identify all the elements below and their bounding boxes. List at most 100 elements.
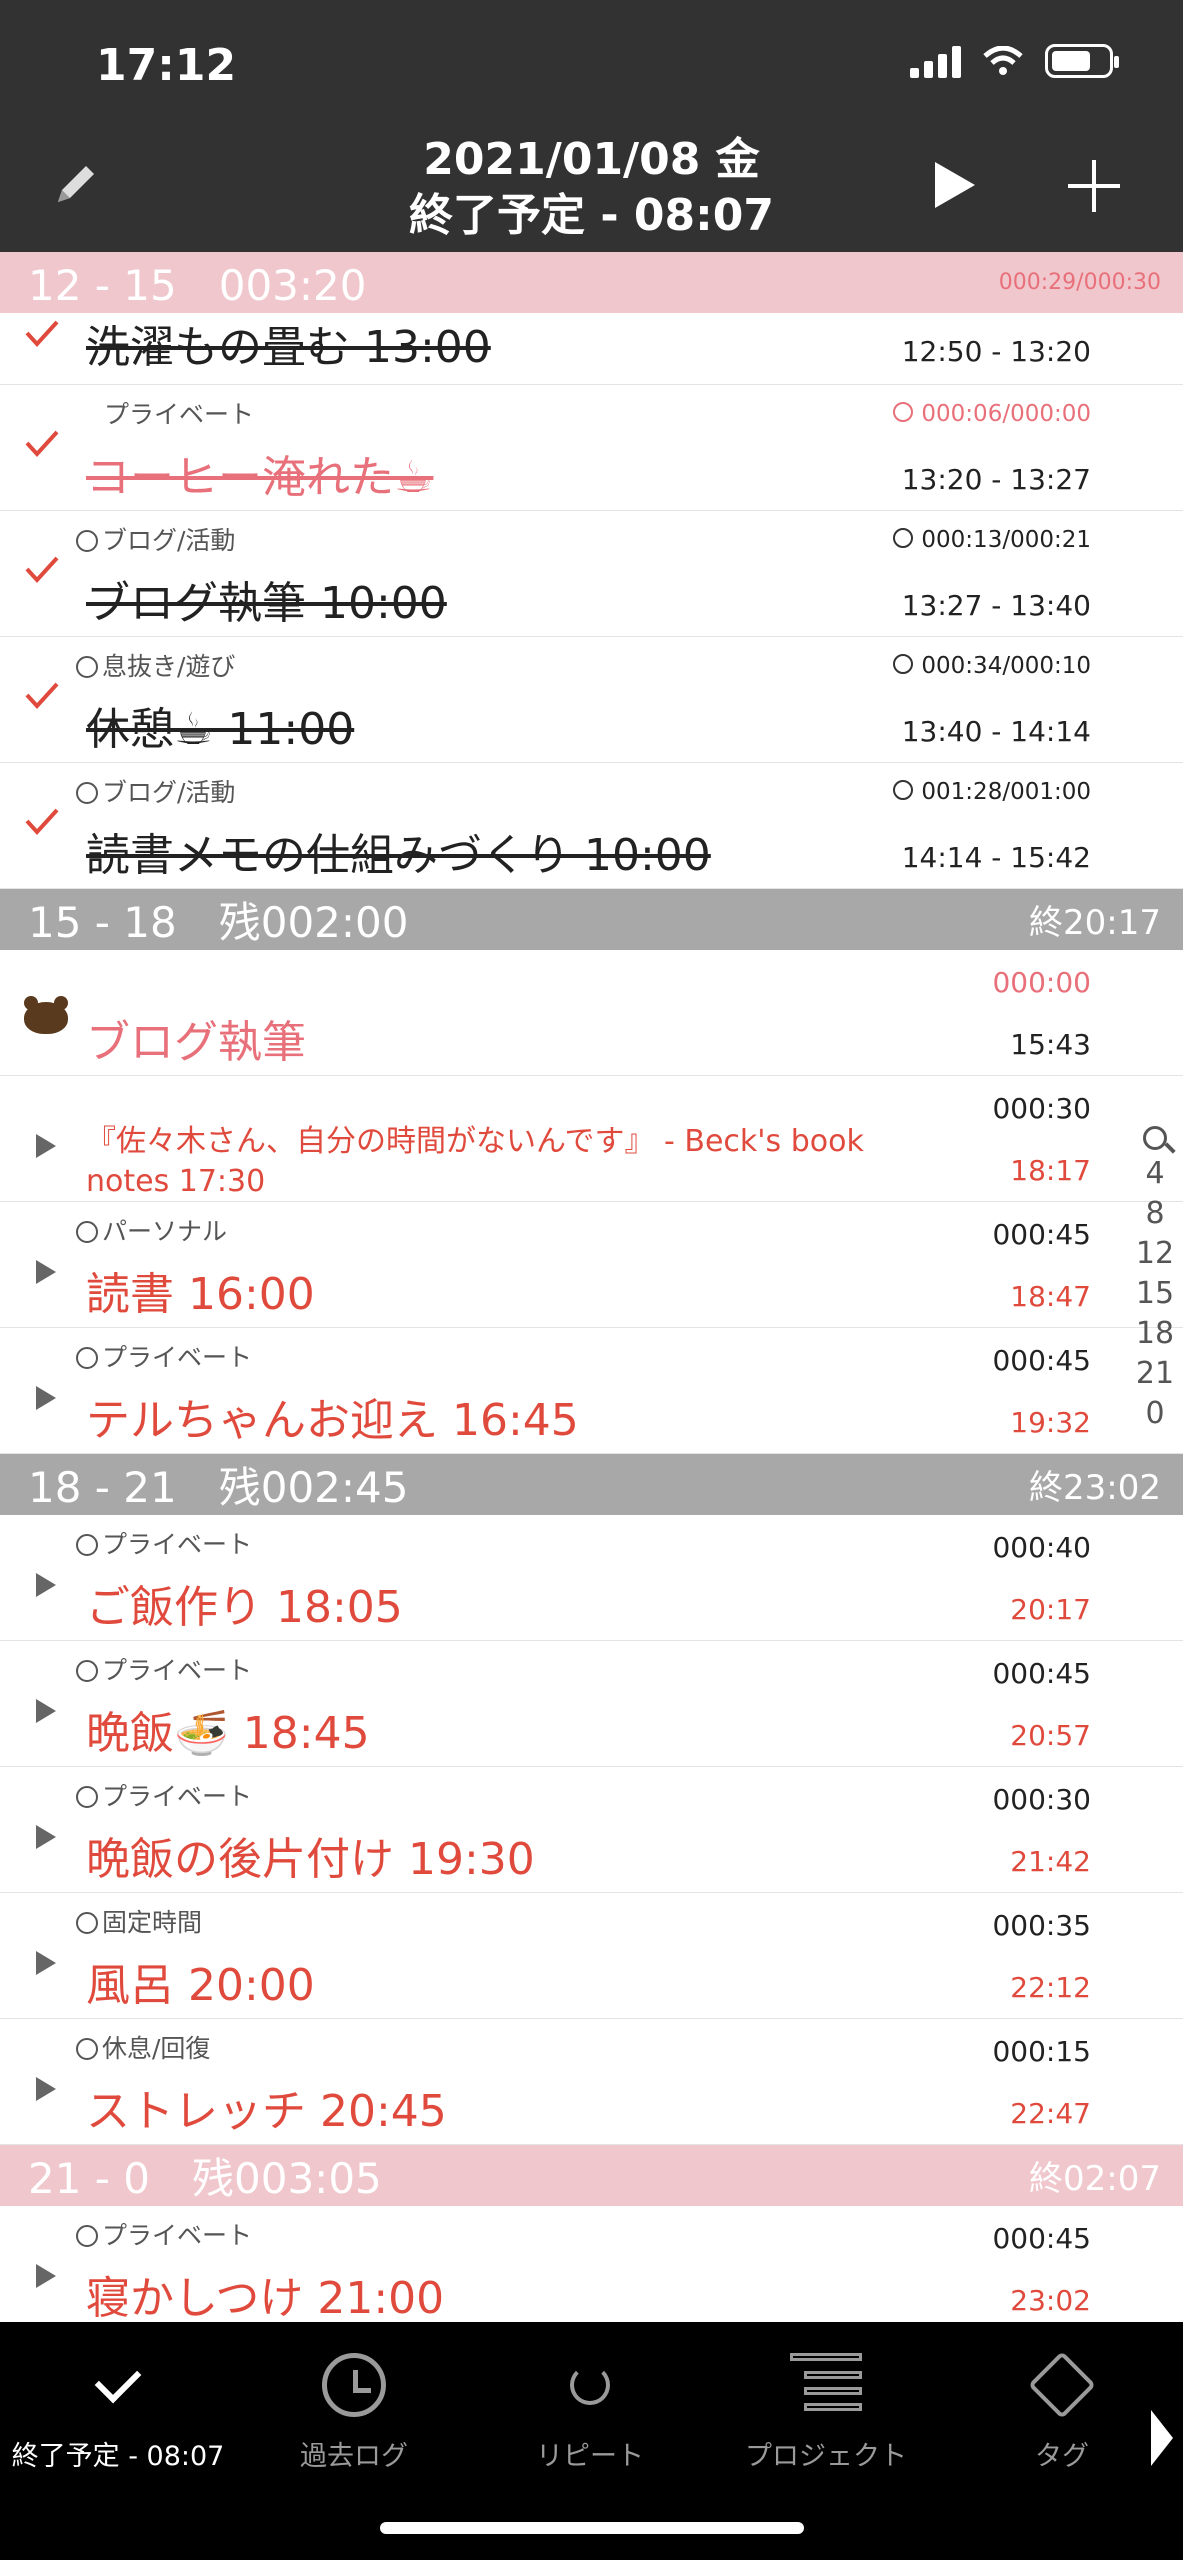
task-row[interactable]: 休息/回復 ストレッチ 20:45 000:15 22:47: [0, 2019, 1183, 2145]
tab-label: リピート: [536, 2441, 644, 2472]
play-triangle-icon[interactable]: [36, 1951, 56, 1975]
tab-tag[interactable]: タグ: [944, 2340, 1180, 2473]
task-row[interactable]: 息抜き/遊び 休憩☕ 11:00 000:34/000:10 13:40 - 1…: [0, 637, 1183, 763]
task-title: ご飯作り 18:05: [86, 1582, 403, 1633]
task-row[interactable]: プライベート ご飯作り 18:05 000:40 20:17: [0, 1515, 1183, 1641]
task-time: 23:02: [1010, 2284, 1091, 2317]
section-label: 21 - 0 残003:05: [28, 2154, 382, 2203]
task-time: 19:32: [1010, 1406, 1091, 1439]
section-12-15[interactable]: 12 - 15 003:20 000:29/000:30: [0, 252, 1183, 313]
tab-repeat[interactable]: リピート: [472, 2340, 708, 2473]
repeat-icon: [76, 1534, 98, 1556]
index-item[interactable]: 8: [1135, 1194, 1175, 1234]
index-item[interactable]: 18: [1135, 1314, 1175, 1354]
task-row[interactable]: プライベート 晩飯🍜 18:45 000:45 20:57: [0, 1641, 1183, 1767]
task-category: パーソナル: [76, 1212, 227, 1248]
task-title: ブログ執筆: [86, 1017, 306, 1068]
task-row[interactable]: 『佐々木さん、自分の時間がないんです』 - Beck's book notes …: [0, 1076, 1183, 1202]
nav-subtitle: 終了予定 - 08:07: [409, 190, 774, 241]
repeat-icon: [76, 1786, 98, 1808]
task-title: 休憩☕ 11:00: [86, 704, 355, 755]
wifi-icon: [983, 46, 1023, 75]
tab-project[interactable]: プロジェクト: [708, 2340, 944, 2473]
task-time: 18:47: [1010, 1280, 1091, 1313]
task-title: 『佐々木さん、自分の時間がないんです』 - Beck's book notes …: [86, 1124, 864, 1199]
section-18-21[interactable]: 18 - 21 残002:45 終23:02: [0, 1454, 1183, 1515]
task-time: 18:17: [1010, 1154, 1091, 1187]
index-item[interactable]: 12: [1135, 1234, 1175, 1274]
cellular-signal-icon: [910, 44, 961, 78]
checkmark-icon[interactable]: [24, 681, 60, 711]
play-triangle-icon[interactable]: [36, 2077, 56, 2101]
index-item[interactable]: 15: [1135, 1274, 1175, 1314]
task-row[interactable]: プライベート 晩飯の後片付け 19:30 000:30 21:42: [0, 1767, 1183, 1893]
checkmark-icon[interactable]: [24, 807, 60, 837]
play-triangle-icon[interactable]: [36, 1260, 56, 1284]
search-icon[interactable]: [1143, 1126, 1167, 1150]
task-category: ブログ/活動: [76, 773, 235, 809]
task-time: 22:12: [1010, 1971, 1091, 2004]
project-icon: [790, 2353, 862, 2417]
task-category: 固定時間: [76, 1903, 202, 1939]
task-category: プライベート: [76, 1651, 252, 1687]
battery-icon: [1045, 44, 1119, 78]
add-icon[interactable]: [1068, 160, 1120, 212]
task-row[interactable]: ブログ/活動 読書メモの仕組みづくり 10:00 001:28/001:00 1…: [0, 763, 1183, 889]
task-title: ブログ執筆 10:00: [86, 578, 447, 629]
section-21-0[interactable]: 21 - 0 残003:05 終02:07: [0, 2145, 1183, 2206]
task-duration: 000:06/000:00: [893, 401, 1091, 427]
tab-history-log[interactable]: 過去ログ: [236, 2340, 472, 2473]
more-tabs-arrow-icon[interactable]: [1151, 2410, 1173, 2466]
section-index[interactable]: 4 8 12 15 18 21 0: [1135, 1126, 1175, 1434]
repeat-icon: [76, 1660, 98, 1682]
task-duration: 000:35: [992, 1909, 1091, 1942]
index-item[interactable]: 4: [1135, 1154, 1175, 1194]
repeat-icon: [76, 2225, 98, 2247]
task-time: 20:17: [1010, 1593, 1091, 1626]
tab-scheduled[interactable]: 終了予定 - 08:07: [0, 2340, 236, 2473]
task-title: 寝かしつけ 21:00: [86, 2273, 445, 2322]
task-row[interactable]: ブログ執筆 000:00 15:43: [0, 950, 1183, 1076]
task-row[interactable]: パーソナル 読書 16:00 000:45 18:47: [0, 1202, 1183, 1328]
index-item[interactable]: 21: [1135, 1354, 1175, 1394]
task-title: コーヒー淹れた☕: [86, 452, 434, 503]
task-row[interactable]: 固定時間 風呂 20:00 000:35 22:12: [0, 1893, 1183, 2019]
section-label: 18 - 21 残002:45: [28, 1463, 409, 1512]
play-icon[interactable]: [935, 162, 975, 208]
play-triangle-icon[interactable]: [36, 1573, 56, 1597]
clock-icon: [322, 2353, 386, 2417]
repeat-icon: [76, 2038, 98, 2060]
play-triangle-icon[interactable]: [36, 1825, 56, 1849]
checkmark-icon[interactable]: [24, 319, 60, 349]
task-row[interactable]: プライベート テルちゃんお迎え 16:45 000:45 19:32: [0, 1328, 1183, 1454]
task-duration: 001:28/001:00: [893, 779, 1091, 805]
task-time: 20:57: [1010, 1719, 1091, 1752]
section-right: 000:29/000:30: [998, 270, 1161, 295]
checkmark-icon[interactable]: [24, 429, 60, 459]
task-title: 風呂 20:00: [86, 1960, 315, 2011]
repeat-icon: [76, 1912, 98, 1934]
task-title: テルちゃんお迎え 16:45: [86, 1395, 579, 1446]
play-triangle-icon[interactable]: [36, 1699, 56, 1723]
task-row[interactable]: ブログ/活動 ブログ執筆 10:00 000:13/000:21 13:27 -…: [0, 511, 1183, 637]
task-time: 13:20 - 13:27: [901, 463, 1091, 496]
task-list[interactable]: 12 - 15 003:20 000:29/000:30 洗濯もの畳む 13:0…: [0, 252, 1183, 2322]
tab-label: 終了予定 - 08:07: [11, 2441, 225, 2472]
task-row[interactable]: プライベート コーヒー淹れた☕ 000:06/000:00 13:20 - 13…: [0, 385, 1183, 511]
section-label: 15 - 18 残002:00: [28, 898, 409, 947]
task-row[interactable]: 洗濯もの畳む 13:00 12:50 - 13:20: [0, 313, 1183, 385]
repeat-icon: [76, 656, 98, 678]
top-bar: 17:12 2021/01/08 金 終了予定 - 08:07: [0, 0, 1183, 252]
section-15-18[interactable]: 15 - 18 残002:00 終20:17: [0, 889, 1183, 950]
task-category: ブログ/活動: [76, 521, 235, 557]
check-icon: [94, 2356, 142, 2404]
task-row[interactable]: プライベート 寝かしつけ 21:00 000:45 23:02: [0, 2206, 1183, 2322]
task-category: プライベート: [76, 1777, 252, 1813]
nav-date: 2021/01/08 金: [423, 134, 760, 185]
play-triangle-icon[interactable]: [36, 1134, 56, 1158]
checkmark-icon[interactable]: [24, 555, 60, 585]
index-item[interactable]: 0: [1135, 1394, 1175, 1434]
task-duration: 000:30: [992, 1783, 1091, 1816]
play-triangle-icon[interactable]: [36, 1386, 56, 1410]
play-triangle-icon[interactable]: [36, 2264, 56, 2288]
